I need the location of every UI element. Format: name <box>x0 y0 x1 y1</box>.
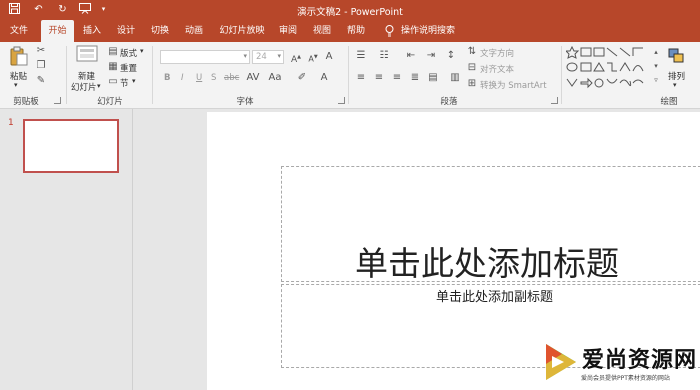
divider <box>348 46 349 104</box>
tab-slideshow[interactable]: 幻灯片放映 <box>218 20 266 42</box>
char-spacing-icon[interactable]: AV <box>245 72 261 84</box>
reset-button[interactable]: 重置 <box>120 62 137 74</box>
watermark-text: 爱尚资源网 <box>582 347 698 373</box>
copy-icon[interactable]: ❐ <box>35 60 47 72</box>
slide-thumbnail[interactable] <box>23 119 119 173</box>
bold-button[interactable]: B <box>164 73 170 83</box>
group-label-drawing: 绘图 <box>660 97 678 107</box>
group-label-font: 字体 <box>236 97 254 107</box>
new-slide-icon[interactable] <box>76 45 98 63</box>
text-direction-icon[interactable]: ⇅ <box>466 46 478 58</box>
change-case-icon[interactable]: Aa <box>268 72 282 84</box>
tab-insert[interactable]: 插入 <box>80 20 104 42</box>
group-label-paragraph: 段落 <box>440 97 458 107</box>
layout-button[interactable]: 版式 <box>120 47 137 59</box>
tab-home[interactable]: 开始 <box>41 20 74 42</box>
paste-button[interactable]: 粘贴 <box>10 70 27 82</box>
tab-animations[interactable]: 动画 <box>182 20 206 42</box>
title-bar: ↶ ↻ ▾ 演示文稿2 - PowerPoint <box>0 0 700 20</box>
tab-transitions[interactable]: 切换 <box>148 20 172 42</box>
shapes-more-icon[interactable]: ▿ <box>652 74 660 86</box>
ribbon: 粘贴 ▾ ✂ ❐ ✎ 剪贴板 新建 幻灯片 ▾ ▤ 版式 ▾ ▦ 重置 ▭ 节 … <box>0 42 700 109</box>
font-launcher-icon[interactable] <box>338 97 345 104</box>
text-direction-button[interactable]: 文字方向 <box>480 47 514 59</box>
smartart-icon[interactable]: ⊞ <box>466 78 478 90</box>
font-color-icon[interactable]: A <box>318 72 330 84</box>
watermark-subtext: 爱尚会员提供PPT素材资源的网站 <box>581 375 670 382</box>
paste-icon[interactable] <box>10 46 28 66</box>
shapes-scroll-up-icon[interactable]: ▴ <box>652 46 660 58</box>
section-button[interactable]: 节 <box>120 77 129 89</box>
cut-icon[interactable]: ✂ <box>35 45 47 57</box>
tell-me-search[interactable]: 操作说明搜索 <box>400 20 456 42</box>
grow-font-icon[interactable]: A▲ <box>289 51 303 66</box>
paragraph-launcher-icon[interactable] <box>551 97 558 104</box>
format-painter-icon[interactable]: ✎ <box>35 75 47 87</box>
slide-number: 1 <box>8 118 14 128</box>
font-size-value: 24 <box>256 52 267 62</box>
font-size-dropdown-icon[interactable]: ▾ <box>277 52 281 60</box>
group-label-clipboard: 剪贴板 <box>13 97 39 107</box>
align-text-button[interactable]: 对齐文本 <box>480 63 514 75</box>
new-slide-label-2[interactable]: 幻灯片 <box>71 81 97 93</box>
lightbulb-icon <box>382 20 396 42</box>
play-logo-icon <box>546 344 576 380</box>
numbering-icon[interactable]: ☷ <box>377 50 391 62</box>
increase-indent-icon[interactable]: ⇥ <box>424 50 438 62</box>
columns-icon[interactable]: ▥ <box>448 72 462 84</box>
highlight-icon[interactable]: ✐ <box>296 72 308 84</box>
align-left-icon[interactable]: ≡ <box>354 72 368 84</box>
underline-button[interactable]: U <box>196 73 202 83</box>
smartart-button[interactable]: 转换为 SmartArt <box>480 79 547 91</box>
ribbon-tabs: 文件 开始 插入 设计 切换 动画 幻灯片放映 审阅 视图 帮助 操作说明搜索 <box>0 20 700 42</box>
clipboard-launcher-icon[interactable] <box>54 97 61 104</box>
window-title: 演示文稿2 - PowerPoint <box>297 7 403 18</box>
shapes-gallery[interactable] <box>566 46 662 92</box>
divider <box>561 46 562 104</box>
font-name-combo[interactable]: ▾ <box>160 50 250 64</box>
italic-button[interactable]: I <box>181 73 184 83</box>
group-label-slides: 幻灯片 <box>97 97 123 107</box>
reset-icon[interactable]: ▦ <box>107 61 119 73</box>
distributed-icon[interactable]: ▤ <box>426 72 440 84</box>
bullets-icon[interactable]: ☰ <box>354 50 368 62</box>
clear-format-icon[interactable]: A <box>322 51 336 63</box>
divider <box>152 46 153 104</box>
strikethrough-button[interactable]: abc <box>224 73 239 83</box>
tab-design[interactable]: 设计 <box>114 20 138 42</box>
layout-icon[interactable]: ▤ <box>107 46 119 58</box>
layout-dropdown-icon[interactable]: ▾ <box>140 47 144 55</box>
title-placeholder[interactable]: 单击此处添加标题 <box>281 166 700 283</box>
justify-icon[interactable]: ≣ <box>408 72 422 84</box>
subtitle-placeholder-text: 单击此处添加副标题 <box>436 290 554 305</box>
align-text-icon[interactable]: ⊟ <box>466 62 478 74</box>
shadow-button[interactable]: S <box>211 73 216 83</box>
align-center-icon[interactable]: ≡ <box>372 72 386 84</box>
font-size-combo[interactable]: 24 ▾ <box>252 50 284 64</box>
tab-help[interactable]: 帮助 <box>344 20 368 42</box>
paste-dropdown-icon[interactable]: ▾ <box>14 81 18 89</box>
arrange-dropdown-icon[interactable]: ▾ <box>673 81 677 89</box>
title-placeholder-text: 单击此处添加标题 <box>355 244 619 283</box>
line-spacing-icon[interactable]: ↕ <box>444 50 458 62</box>
font-name-dropdown-icon[interactable]: ▾ <box>243 52 247 60</box>
section-dropdown-icon[interactable]: ▾ <box>132 77 136 85</box>
arrange-icon[interactable] <box>668 48 686 64</box>
shapes-scroll-down-icon[interactable]: ▾ <box>652 60 660 72</box>
divider <box>66 46 67 104</box>
tab-view[interactable]: 视图 <box>310 20 334 42</box>
section-icon[interactable]: ▭ <box>107 76 119 88</box>
tab-file[interactable]: 文件 <box>6 20 32 42</box>
new-slide-dropdown-icon[interactable]: ▾ <box>97 82 101 90</box>
shrink-font-icon[interactable]: A▼ <box>306 51 320 66</box>
align-right-icon[interactable]: ≡ <box>390 72 404 84</box>
decrease-indent-icon[interactable]: ⇤ <box>404 50 418 62</box>
tab-review[interactable]: 审阅 <box>276 20 300 42</box>
